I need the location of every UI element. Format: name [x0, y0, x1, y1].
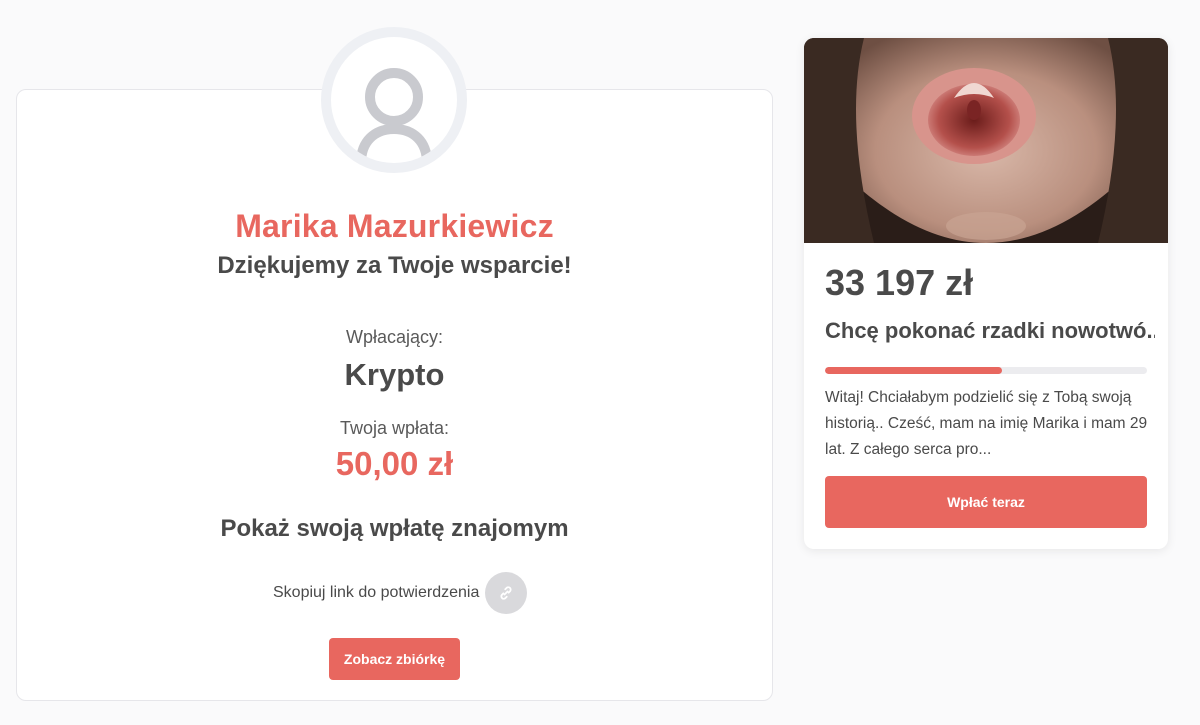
donate-now-button[interactable]: Wpłać teraz [825, 476, 1147, 528]
copy-link-row: Skopiuj link do potwierdzenia [273, 572, 528, 614]
amount-label: Twoja wpłata: [339, 418, 450, 438]
fundraiser-amount: 33 197 zł [825, 262, 974, 303]
fundraiser-progress-bar [825, 367, 1147, 374]
user-avatar-icon [331, 37, 457, 163]
fundraiser-description: Witaj! Chciałabym podzielić się z Tobą s… [825, 389, 1148, 458]
share-heading: Pokaż swoją wpłatę znajomym [220, 515, 569, 542]
fundraiser-card[interactable]: 33 197 zł Chcę pokonać rzadki nowotwó...… [804, 38, 1168, 549]
see-fundraiser-button[interactable]: Zobacz zbiórkę [329, 638, 460, 680]
page: Marika Mazurkiewicz Dziękujemy za Twoje … [0, 0, 1200, 725]
copy-link-label: Skopiuj link do potwierdzenia [273, 584, 480, 601]
progress-fill [825, 367, 1003, 374]
avatar [321, 27, 467, 173]
link-icon [500, 586, 512, 600]
fundraiser-photo[interactable] [804, 38, 1168, 243]
copy-link-button[interactable] [485, 572, 528, 614]
thanks-heading: Dziękujemy za Twoje wsparcie! [217, 252, 572, 279]
donor-label: Wpłacający: [345, 327, 444, 347]
donor-value: Krypto [344, 357, 445, 392]
donor-name: Marika Mazurkiewicz [235, 208, 554, 244]
fundraiser-title[interactable]: Chcę pokonać rzadki nowotwó... [825, 318, 1155, 344]
amount-value: 50,00 zł [335, 445, 454, 482]
